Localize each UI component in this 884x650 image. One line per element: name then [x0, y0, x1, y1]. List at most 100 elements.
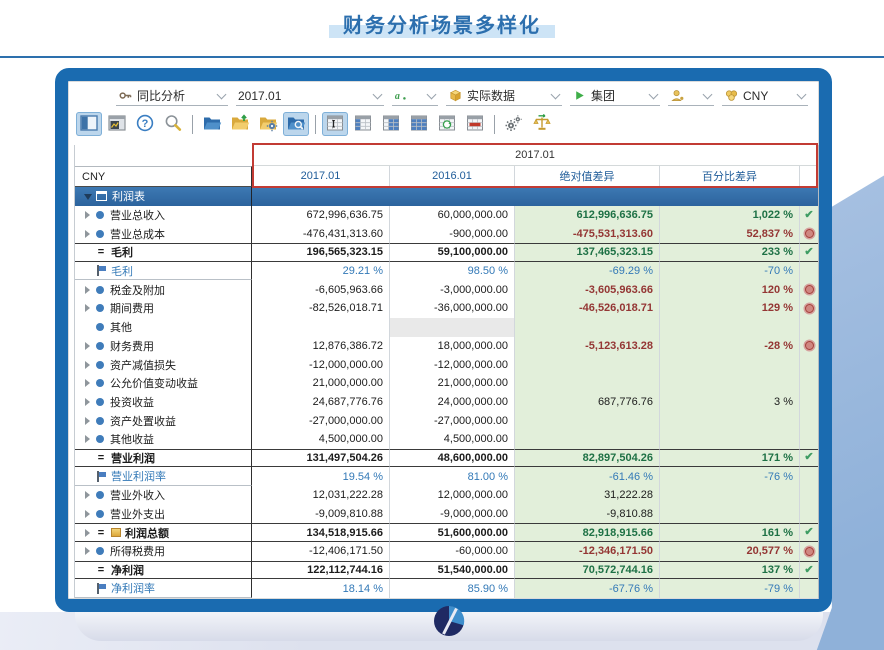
gears-button[interactable]: [501, 112, 527, 136]
search-button[interactable]: [160, 112, 186, 136]
table-row[interactable]: 利润表: [75, 187, 818, 206]
cell-current: 12,876,386.72: [252, 337, 390, 356]
table-redrow-button[interactable]: [462, 112, 488, 136]
expand-caret-icon[interactable]: [85, 211, 90, 219]
cell-abs-diff: 82,918,915.66: [515, 523, 660, 542]
cell-prior: 51,540,000.00: [390, 561, 515, 580]
layout-chart-button[interactable]: [104, 112, 130, 136]
expand-caret-icon[interactable]: [85, 529, 90, 537]
cell-pct-diff: 129 %: [660, 299, 800, 318]
folder-search-button[interactable]: [283, 112, 309, 136]
subtotal-equals-icon: =: [96, 527, 106, 539]
table-row[interactable]: 营业总收入672,996,636.7560,000,000.00612,996,…: [75, 206, 818, 225]
cell-abs-diff: [515, 318, 660, 337]
dropdown-org-unit[interactable]: 集团: [570, 86, 660, 106]
table-row[interactable]: 营业利润率19.54 %81.00 %-61.46 %-76 %: [75, 467, 818, 486]
table-row[interactable]: 税金及附加-6,605,963.66-3,000,000.00-3,605,96…: [75, 280, 818, 299]
table-row[interactable]: 投资收益24,687,776.7624,000,000.00687,776.76…: [75, 393, 818, 412]
cell-abs-diff: [515, 411, 660, 430]
row-label: 净利润: [111, 562, 144, 578]
row-label: 净利润率: [111, 580, 155, 596]
row-label: 利润表: [112, 188, 145, 204]
table-row[interactable]: =毛利196,565,323.1559,100,000.00137,465,32…: [75, 243, 818, 262]
toolbar-icons: ?: [74, 110, 819, 138]
expand-caret-icon[interactable]: [85, 342, 90, 350]
app-window: 同比分析 2017.01 a 实际数据集团 CNY ? 2017.01 CNY 2017.0…: [55, 68, 832, 612]
expand-caret-icon[interactable]: [85, 510, 90, 518]
expand-caret-icon[interactable]: [85, 379, 90, 387]
dropdown-function[interactable]: a: [392, 86, 438, 106]
expand-caret-icon[interactable]: [85, 398, 90, 406]
cell-status: [800, 262, 818, 281]
table-row[interactable]: 期间费用-82,526,018.71-36,000,000.00-46,526,…: [75, 299, 818, 318]
ratio-flag-icon: [96, 471, 106, 482]
cell-current: 122,112,744.16: [252, 561, 390, 580]
table-allblue-button[interactable]: [406, 112, 432, 136]
expand-caret-icon[interactable]: [85, 304, 90, 312]
column-header-3[interactable]: 绝对值差异: [515, 166, 660, 187]
expand-caret-icon[interactable]: [85, 361, 90, 369]
collapse-caret-icon[interactable]: [84, 194, 92, 200]
column-header-4[interactable]: 百分比差异: [660, 166, 800, 187]
dropdown-data-version[interactable]: 实际数据: [446, 86, 562, 106]
folder-settings-button[interactable]: [255, 112, 281, 136]
report-window-icon: [96, 191, 107, 201]
table-row[interactable]: 资产减值损失-12,000,000.00-12,000,000.00: [75, 355, 818, 374]
table-row[interactable]: 财务费用12,876,386.7218,000,000.00-5,123,613…: [75, 337, 818, 356]
cell-prior: 59,100,000.00: [390, 243, 515, 262]
table-row[interactable]: 净利润率18.14 %85.90 %-67.76 %-79 %: [75, 579, 818, 598]
table-row[interactable]: =利润总额134,518,915.6651,600,000.0082,918,9…: [75, 523, 818, 542]
cell-current: -6,605,963.66: [252, 280, 390, 299]
folder-open-button[interactable]: [199, 112, 225, 136]
table-row[interactable]: 其他: [75, 318, 818, 337]
cell-abs-diff: [515, 355, 660, 374]
table-firstcol-button[interactable]: [350, 112, 376, 136]
expand-caret-icon[interactable]: [85, 417, 90, 425]
expand-caret-icon[interactable]: [85, 230, 90, 238]
cell-current: 24,687,776.76: [252, 393, 390, 412]
cell-pct-diff: -28 %: [660, 337, 800, 356]
expand-caret-icon[interactable]: [85, 435, 90, 443]
dropdown-currency[interactable]: CNY: [722, 86, 808, 106]
dropdown-analysis-mode[interactable]: 同比分析: [116, 86, 228, 106]
kpi-icon: [111, 528, 121, 537]
table-row[interactable]: =净利润122,112,744.1651,540,000.0070,572,74…: [75, 561, 818, 580]
status-column-header: [800, 166, 818, 187]
expand-caret-icon[interactable]: [85, 547, 90, 555]
toolbar-primary: 同比分析 2017.01 a 实际数据集团 CNY: [74, 84, 819, 108]
table-row[interactable]: 其他收益4,500,000.004,500,000.00: [75, 430, 818, 449]
cell-status: [800, 486, 818, 505]
table-row[interactable]: 所得税费用-12,406,171.50-60,000.00-12,346,171…: [75, 542, 818, 561]
cell-current: 21,000,000.00: [252, 374, 390, 393]
table-rightgrid-button[interactable]: [378, 112, 404, 136]
table-row[interactable]: 毛利29.21 %98.50 %-69.29 %-70 %: [75, 262, 818, 281]
table-row[interactable]: 营业外收入12,031,222.2812,000,000.0031,222.28: [75, 486, 818, 505]
table-row[interactable]: 营业总成本-476,431,313.60-900,000.00-475,531,…: [75, 224, 818, 243]
table-row[interactable]: 资产处置收益-27,000,000.00-27,000,000.00: [75, 411, 818, 430]
account-dot-icon: [96, 510, 104, 518]
expand-caret-icon[interactable]: [85, 286, 90, 294]
dropdown-period[interactable]: 2017.01: [236, 86, 384, 106]
table-refresh-button[interactable]: [434, 112, 460, 136]
print-button[interactable]: [78, 85, 108, 107]
balance-button[interactable]: [529, 112, 555, 136]
help-button[interactable]: ?: [132, 112, 158, 136]
cell-abs-diff: 137,465,323.15: [515, 243, 660, 262]
cell-status: ✔: [800, 523, 818, 542]
cell-current: -9,009,810.88: [252, 505, 390, 524]
table-row[interactable]: 公允价值变动收益21,000,000.0021,000,000.00: [75, 374, 818, 393]
table-cursor-button[interactable]: [322, 112, 348, 136]
status-alert-icon: [805, 341, 814, 350]
dropdown-user[interactable]: [668, 86, 714, 106]
layout-panel-button[interactable]: [76, 112, 102, 136]
column-header-1[interactable]: 2017.01: [252, 166, 390, 187]
table-row[interactable]: =营业利润131,497,504.2648,600,000.0082,897,5…: [75, 449, 818, 468]
cell-current: 18.14 %: [252, 579, 390, 598]
table-row[interactable]: 营业外支出-9,009,810.88-9,000,000.00-9,810.88: [75, 505, 818, 524]
folder-upload-button[interactable]: [227, 112, 253, 136]
column-header-2[interactable]: 2016.01: [390, 166, 515, 187]
expand-caret-icon[interactable]: [85, 491, 90, 499]
cell-pct-diff: -79 %: [660, 579, 800, 598]
toolbar-separator: [192, 115, 193, 134]
cell-abs-diff: -12,346,171.50: [515, 542, 660, 561]
